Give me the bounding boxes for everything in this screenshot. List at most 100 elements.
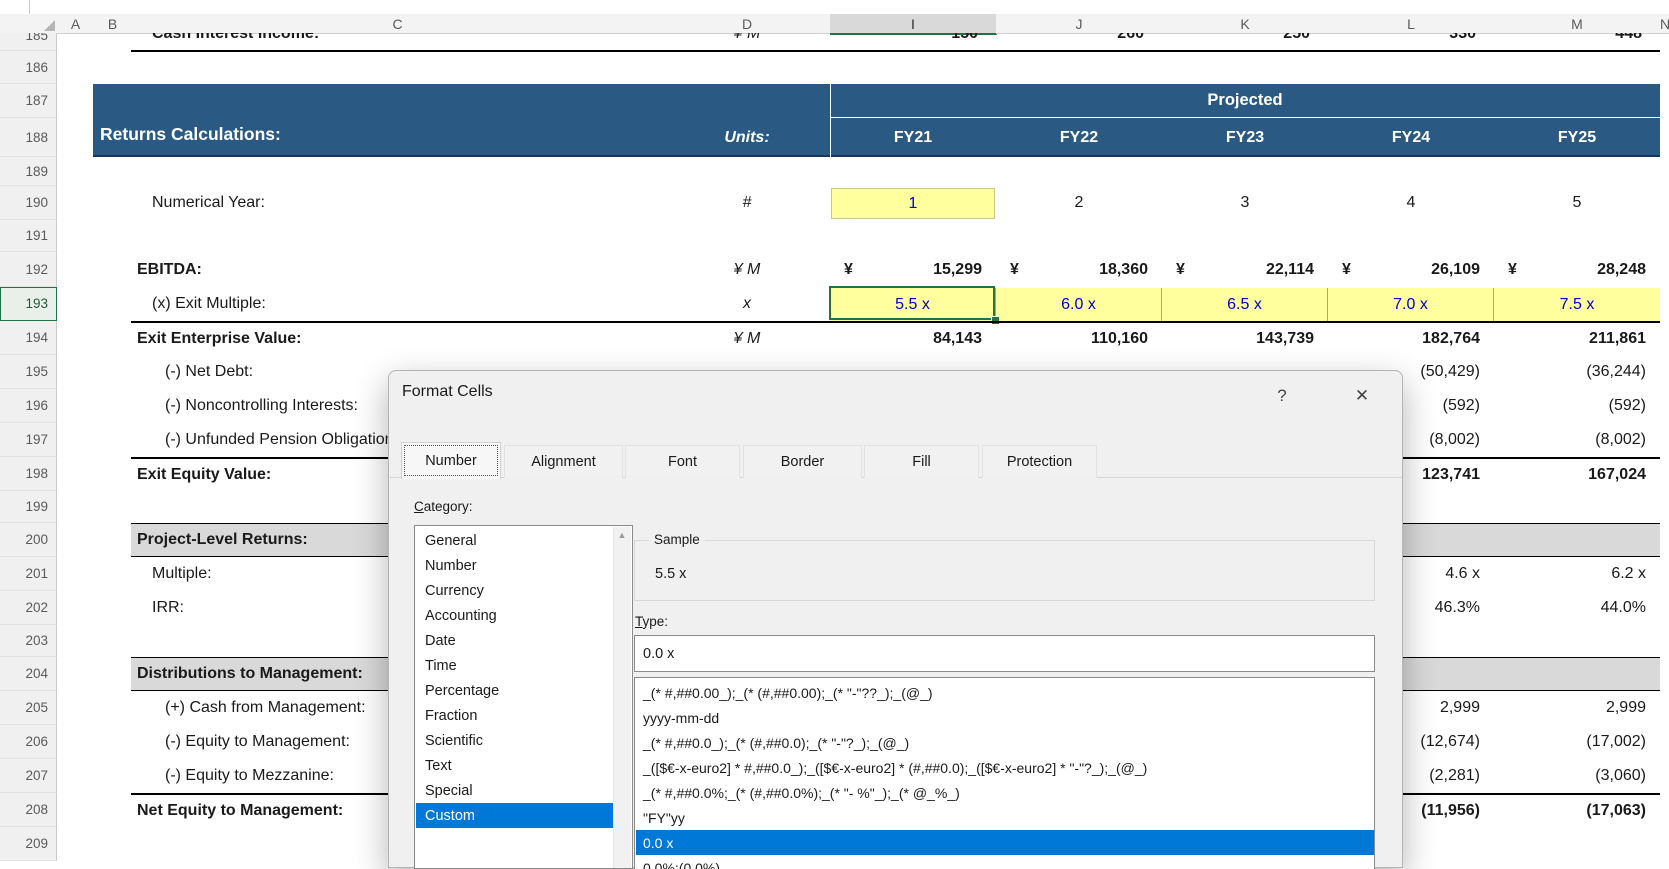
- tab-alignment[interactable]: Alignment: [504, 445, 623, 478]
- row-header-188[interactable]: 188: [0, 118, 57, 157]
- row-header-196[interactable]: 196: [0, 389, 57, 423]
- cell-I185[interactable]: 150: [830, 33, 978, 51]
- fy23-header[interactable]: FY23: [1162, 118, 1328, 157]
- col-header-I[interactable]: I: [830, 14, 997, 35]
- format-item-percent-paren[interactable]: 0.0%;(0.0%): [636, 855, 1374, 869]
- row-header-199[interactable]: 199: [0, 491, 57, 523]
- cell-I192[interactable]: ¥15,299: [844, 252, 982, 287]
- row-header-189[interactable]: 189: [0, 157, 57, 186]
- category-special[interactable]: Special: [416, 778, 616, 803]
- cell-K194[interactable]: 143,739: [1162, 322, 1314, 355]
- row-header-202[interactable]: 202: [0, 591, 57, 625]
- cell-D193[interactable]: x: [664, 287, 830, 321]
- row-header-208[interactable]: 208: [0, 793, 57, 827]
- format-item-accounting1dp[interactable]: _(* #,##0.0_);_(* (#,##0.0);_(* "-"?_);_…: [636, 730, 1374, 755]
- row-header-185[interactable]: 185: [0, 33, 57, 51]
- units-header[interactable]: Units:: [664, 118, 830, 157]
- cell-D190[interactable]: #: [664, 186, 830, 220]
- category-general[interactable]: General: [416, 528, 616, 553]
- name-box[interactable]: [0, 0, 30, 14]
- projected-header[interactable]: Projected: [830, 84, 1660, 117]
- format-item-accounting2dp[interactable]: _(* #,##0.00_);_(* (#,##0.00);_(* "-"??_…: [636, 680, 1374, 705]
- fy24-header[interactable]: FY24: [1328, 118, 1494, 157]
- cell-I194[interactable]: 84,143: [830, 322, 982, 355]
- col-header-B[interactable]: B: [94, 14, 132, 34]
- col-header-C[interactable]: C: [131, 14, 665, 34]
- tab-number[interactable]: Number: [401, 442, 501, 479]
- fy21-header[interactable]: FY21: [830, 118, 996, 157]
- col-header-M[interactable]: M: [1494, 14, 1661, 34]
- category-accounting[interactable]: Accounting: [416, 603, 616, 628]
- cell-M190[interactable]: 5: [1494, 186, 1660, 220]
- cell-L190[interactable]: 4: [1328, 186, 1494, 220]
- close-icon[interactable]: ✕: [1347, 385, 1377, 407]
- cell-J192[interactable]: ¥18,360: [1010, 252, 1148, 287]
- help-icon[interactable]: ?: [1267, 385, 1297, 407]
- cell-L194[interactable]: 182,764: [1328, 322, 1480, 355]
- col-header-D[interactable]: D: [664, 14, 831, 34]
- cell-D192[interactable]: ¥ M: [664, 252, 830, 287]
- tab-fill[interactable]: Fill: [864, 445, 979, 478]
- cell-L185[interactable]: 330: [1328, 33, 1476, 51]
- cell-M192[interactable]: ¥28,248: [1508, 252, 1646, 287]
- format-item-fyyy[interactable]: "FY"yy: [636, 805, 1374, 830]
- active-cell-selection[interactable]: [829, 286, 995, 320]
- category-scrollbar[interactable]: ▲: [613, 527, 631, 868]
- col-header-L[interactable]: L: [1328, 14, 1495, 34]
- col-header-K[interactable]: K: [1162, 14, 1329, 34]
- cell-M208[interactable]: (17,063): [1494, 794, 1646, 827]
- cell-M195[interactable]: (36,244): [1494, 355, 1646, 389]
- category-scientific[interactable]: Scientific: [416, 728, 616, 753]
- col-header-A[interactable]: A: [57, 14, 95, 34]
- row-header-206[interactable]: 206: [0, 725, 57, 759]
- cell-M196[interactable]: (592): [1494, 389, 1646, 423]
- row-header-198[interactable]: 198: [0, 457, 57, 491]
- row-header-200[interactable]: 200: [0, 523, 57, 557]
- row-header-204[interactable]: 204: [0, 657, 57, 691]
- cell-K190[interactable]: 3: [1162, 186, 1328, 220]
- format-item-multiple-selected[interactable]: 0.0 x: [636, 830, 1374, 855]
- row-header-207[interactable]: 207: [0, 759, 57, 793]
- cell-M205[interactable]: 2,999: [1494, 691, 1646, 725]
- cell-K185[interactable]: 250: [1162, 33, 1310, 51]
- cell-J190[interactable]: 2: [996, 186, 1162, 220]
- cell-D194[interactable]: ¥ M: [664, 322, 830, 355]
- format-item-percent[interactable]: _(* #,##0.0%;_(* (#,##0.0%);_(* "- %"_);…: [636, 780, 1374, 805]
- category-fraction[interactable]: Fraction: [416, 703, 616, 728]
- row-header-187[interactable]: 187: [0, 84, 57, 118]
- cell-J185[interactable]: 260: [996, 33, 1144, 51]
- cell-M197[interactable]: (8,002): [1494, 423, 1646, 457]
- row-header-201[interactable]: 201: [0, 557, 57, 591]
- row-header-192[interactable]: 192: [0, 252, 57, 287]
- cell-L192[interactable]: ¥26,109: [1342, 252, 1480, 287]
- category-number[interactable]: Number: [416, 553, 616, 578]
- tab-font[interactable]: Font: [625, 445, 740, 478]
- category-percentage[interactable]: Percentage: [416, 678, 616, 703]
- cell-C192[interactable]: EBITDA:: [137, 252, 557, 287]
- cell-I190[interactable]: 1: [831, 188, 995, 219]
- cell-M206[interactable]: (17,002): [1494, 725, 1646, 759]
- row-header-186[interactable]: 186: [0, 51, 57, 84]
- cell-C194[interactable]: Exit Enterprise Value:: [137, 322, 557, 355]
- col-header-J[interactable]: J: [996, 14, 1163, 34]
- cell-D185[interactable]: ¥ M: [664, 33, 830, 51]
- cell-L193[interactable]: 7.0 x: [1328, 288, 1494, 321]
- select-all-corner[interactable]: [0, 14, 58, 34]
- cell-M202[interactable]: 44.0%: [1494, 591, 1646, 625]
- cell-M193[interactable]: 7.5 x: [1494, 288, 1660, 321]
- type-listbox[interactable]: _(* #,##0.00_);_(* (#,##0.00);_(* "-"??_…: [634, 677, 1375, 869]
- format-item-euro[interactable]: _([$€-x-euro2] * #,##0.0_);_([$€-x-euro2…: [636, 755, 1374, 780]
- row-header-205[interactable]: 205: [0, 691, 57, 725]
- category-text[interactable]: Text: [416, 753, 616, 778]
- tab-border[interactable]: Border: [743, 445, 862, 478]
- cell-M185[interactable]: 448: [1494, 33, 1642, 51]
- cell-K193[interactable]: 6.5 x: [1162, 288, 1328, 321]
- row-header-197[interactable]: 197: [0, 423, 57, 457]
- tab-protection[interactable]: Protection: [982, 445, 1097, 478]
- cell-C190[interactable]: Numerical Year:: [152, 186, 572, 220]
- cell-M207[interactable]: (3,060): [1494, 759, 1646, 793]
- row-header-190[interactable]: 190: [0, 186, 57, 220]
- returns-calculations-title[interactable]: Returns Calculations:: [100, 124, 281, 145]
- scroll-up-icon[interactable]: ▲: [614, 530, 630, 540]
- category-listbox[interactable]: General Number Currency Accounting Date …: [414, 525, 633, 869]
